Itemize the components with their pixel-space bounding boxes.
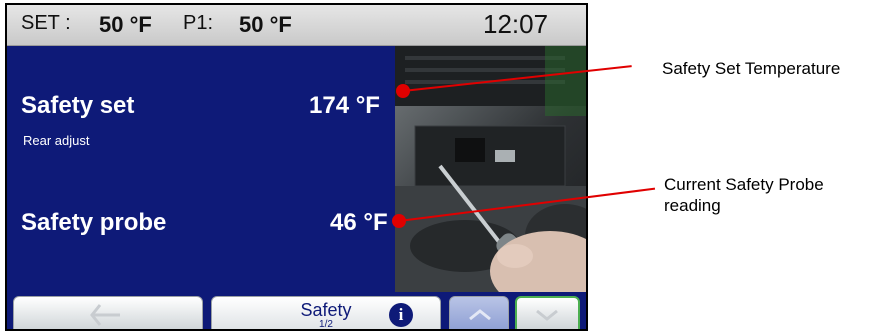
rear-adjust-note: Rear adjust [23, 133, 90, 148]
probe-callout: Current Safety Probe reading [664, 175, 824, 215]
bottom-nav: Safety 1/2 i [7, 292, 586, 329]
back-button[interactable] [13, 296, 203, 329]
chevron-down-icon [536, 309, 558, 321]
chevron-up-icon [469, 309, 491, 321]
clock: 12:07 [483, 9, 549, 39]
info-icon[interactable]: i [389, 303, 413, 327]
safety-set-value[interactable]: 174 °F [309, 92, 380, 120]
safety-thermostat-photo [395, 46, 586, 292]
safety-probe-value: 46 °F [330, 209, 388, 236]
set-value: 50 °F [99, 12, 152, 37]
safety-set-callout: Safety Set Temperature [662, 59, 841, 78]
scroll-down-button[interactable] [515, 296, 580, 329]
tab-safety[interactable]: Safety 1/2 i [211, 296, 441, 329]
p1-label: P1: [183, 12, 214, 34]
p1-value: 50 °F [239, 12, 292, 37]
safety-set-label: Safety set [21, 92, 135, 119]
photo-illustration [395, 46, 586, 292]
status-bar: SET : 50 °F P1: 50 °F 12:07 [7, 5, 586, 46]
safety-probe-label: Safety probe [21, 209, 167, 236]
back-arrow-icon [90, 304, 120, 326]
safety-panel: Safety set 174 °F Rear adjust Safety pro… [7, 46, 395, 292]
scroll-up-button[interactable] [449, 296, 509, 329]
controller-screen: SET : 50 °F P1: 50 °F 12:07 Safety set 1… [5, 3, 588, 331]
set-label: SET : [21, 12, 71, 34]
